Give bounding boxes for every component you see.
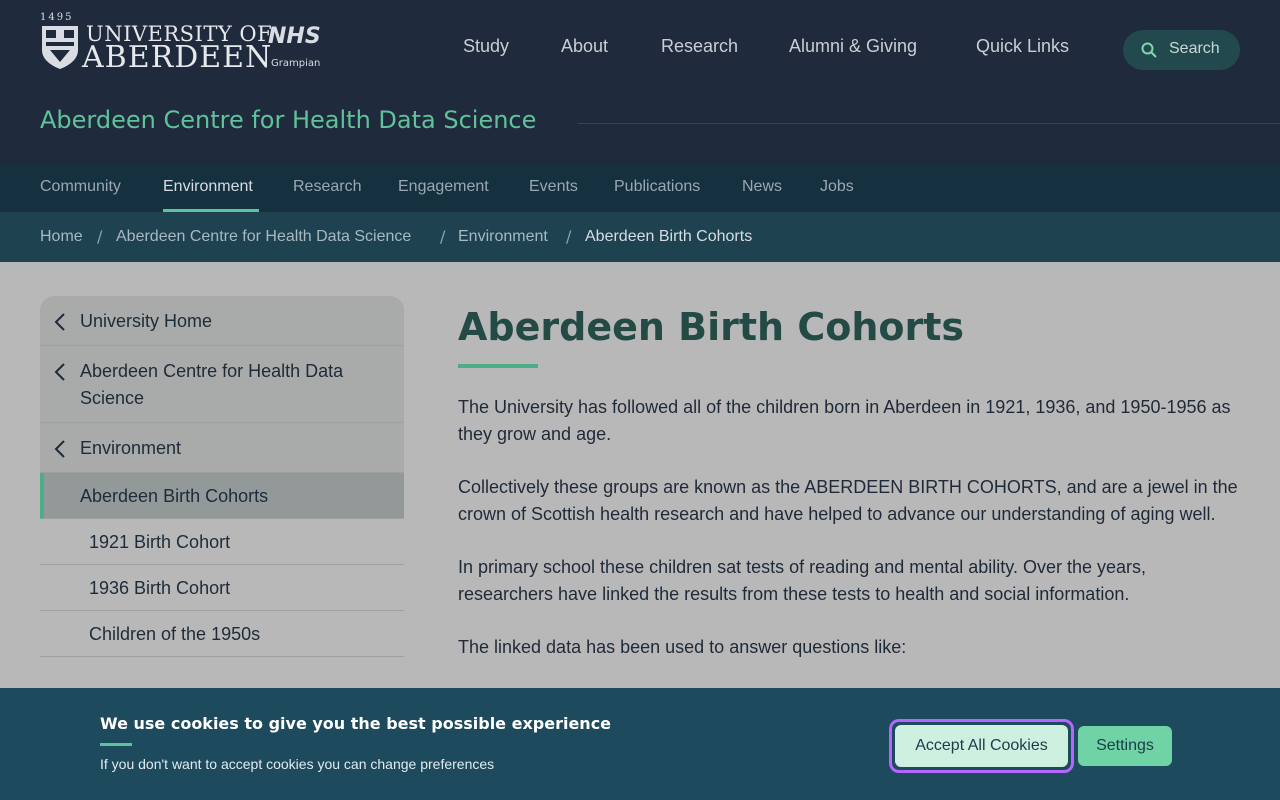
tab-news[interactable]: News [742,178,782,196]
breadcrumb: Home / Aberdeen Centre for Health Data S… [0,212,1280,262]
search-icon [1141,42,1157,58]
article-paragraph: The linked data has been used to answer … [458,637,907,657]
nav-quick-links[interactable]: Quick Links [976,36,1069,57]
title-underline [458,364,538,368]
cookie-settings-button[interactable]: Settings [1078,726,1172,766]
tab-research[interactable]: Research [293,178,361,196]
accept-label: Accept All Cookies [895,725,1068,767]
side-nav: University Home Aberdeen Centre for Heal… [40,296,404,657]
breadcrumb-current: Aberdeen Birth Cohorts [585,228,753,245]
side-nav-label: Aberdeen Birth Cohorts [80,486,269,506]
nav-alumni-giving[interactable]: Alumni & Giving [789,36,917,57]
tab-environment[interactable]: Environment [163,178,253,196]
article-paragraph: The University has followed all of the c… [458,397,1231,444]
cookie-title: We use cookies to give you the best poss… [100,714,612,733]
article-paragraph: In primary school these children sat tes… [458,557,1146,604]
tab-community[interactable]: Community [40,178,121,196]
nav-about[interactable]: About [561,36,608,57]
side-nav-university-home[interactable]: University Home [40,296,404,346]
university-logo[interactable]: 1495 UNIVERSITY OF ABERDEEN NHS Grampian [40,12,330,75]
page-title: Aberdeen Birth Cohorts [458,305,965,349]
tab-jobs[interactable]: Jobs [820,178,854,196]
logo-year: 1495 [40,12,74,23]
logo-line2: ABERDEEN [82,40,273,75]
search-label: Search [1169,40,1220,57]
chevron-left-icon [54,363,65,381]
search-button[interactable]: Search [1123,30,1240,70]
site-header: 1495 UNIVERSITY OF ABERDEEN NHS Grampian… [0,0,1280,164]
centre-title[interactable]: Aberdeen Centre for Health Data Science [40,106,536,134]
nhs-logo-sub: Grampian [271,58,321,69]
side-nav-label: University Home [80,311,213,331]
crest-icon [42,26,78,69]
side-nav-environment[interactable]: Environment [40,423,404,473]
section-nav: Community Environment Research Engagemen… [0,164,1280,212]
tab-publications[interactable]: Publications [614,178,700,196]
cookie-subtitle: If you don't want to accept cookies you … [100,756,495,772]
tab-engagement[interactable]: Engagement [398,178,489,196]
side-nav-label: Children of the 1950s [89,624,261,644]
side-nav-label: 1936 Birth Cohort [89,578,231,598]
chevron-left-icon [54,440,65,458]
chevron-left-icon [54,313,65,331]
breadcrumb-separator: / [566,227,572,246]
nav-study[interactable]: Study [463,36,509,57]
article: Aberdeen Birth Cohorts The University ha… [458,302,1238,661]
side-nav-centre[interactable]: Aberdeen Centre for Health Data Science [40,346,404,423]
side-nav-1950s-children[interactable]: Children of the 1950s [40,611,404,657]
nhs-logo: NHS [268,24,321,49]
breadcrumb-environment[interactable]: Environment [458,228,548,246]
side-nav-label: 1921 Birth Cohort [89,532,231,552]
side-nav-current[interactable]: Aberdeen Birth Cohorts [40,473,404,519]
cookie-title-underline [100,743,132,746]
tab-events[interactable]: Events [529,178,578,196]
side-nav-1921-cohort[interactable]: 1921 Birth Cohort [40,519,404,565]
accept-all-cookies-button[interactable]: Accept All Cookies [889,719,1074,773]
article-paragraph: Collectively these groups are known as t… [458,477,1238,524]
side-nav-1936-cohort[interactable]: 1936 Birth Cohort [40,565,404,611]
divider [578,123,1280,124]
side-nav-label: Aberdeen Centre for Health Data Science [80,361,344,408]
breadcrumb-separator: / [97,227,103,246]
side-nav-parents: University Home Aberdeen Centre for Heal… [40,296,404,473]
nav-research[interactable]: Research [661,36,738,57]
breadcrumb-centre[interactable]: Aberdeen Centre for Health Data Science [116,228,411,246]
breadcrumb-separator: / [440,227,446,246]
breadcrumb-home[interactable]: Home [40,228,83,246]
side-nav-label: Environment [80,438,182,458]
